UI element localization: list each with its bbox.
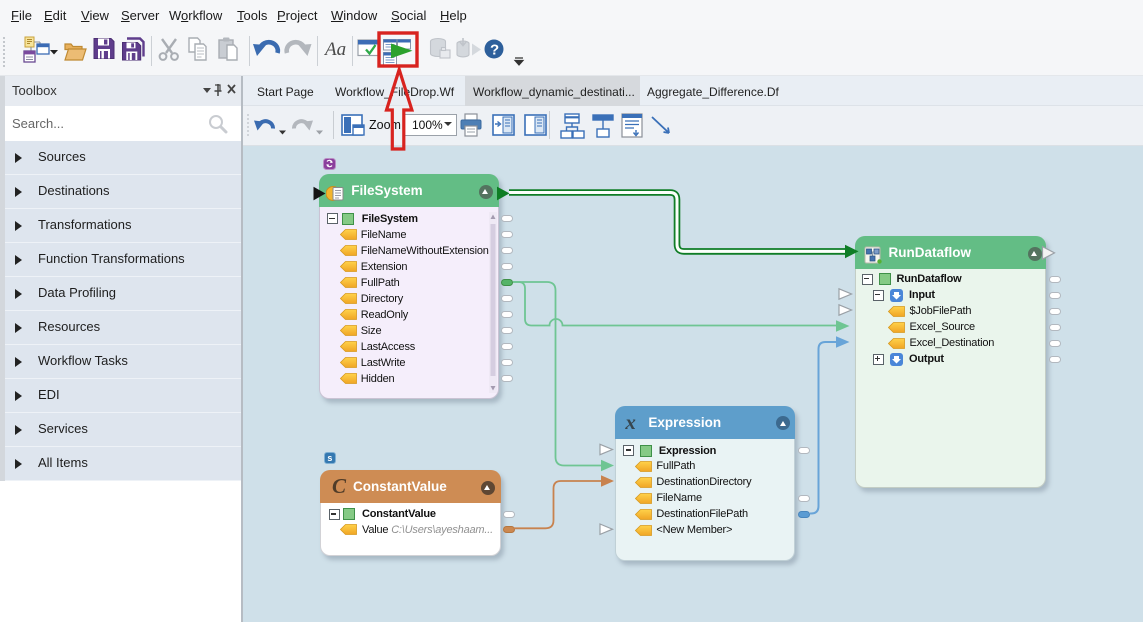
svg-text:Aa: Aa (323, 39, 346, 60)
svg-text:?: ? (490, 42, 499, 59)
